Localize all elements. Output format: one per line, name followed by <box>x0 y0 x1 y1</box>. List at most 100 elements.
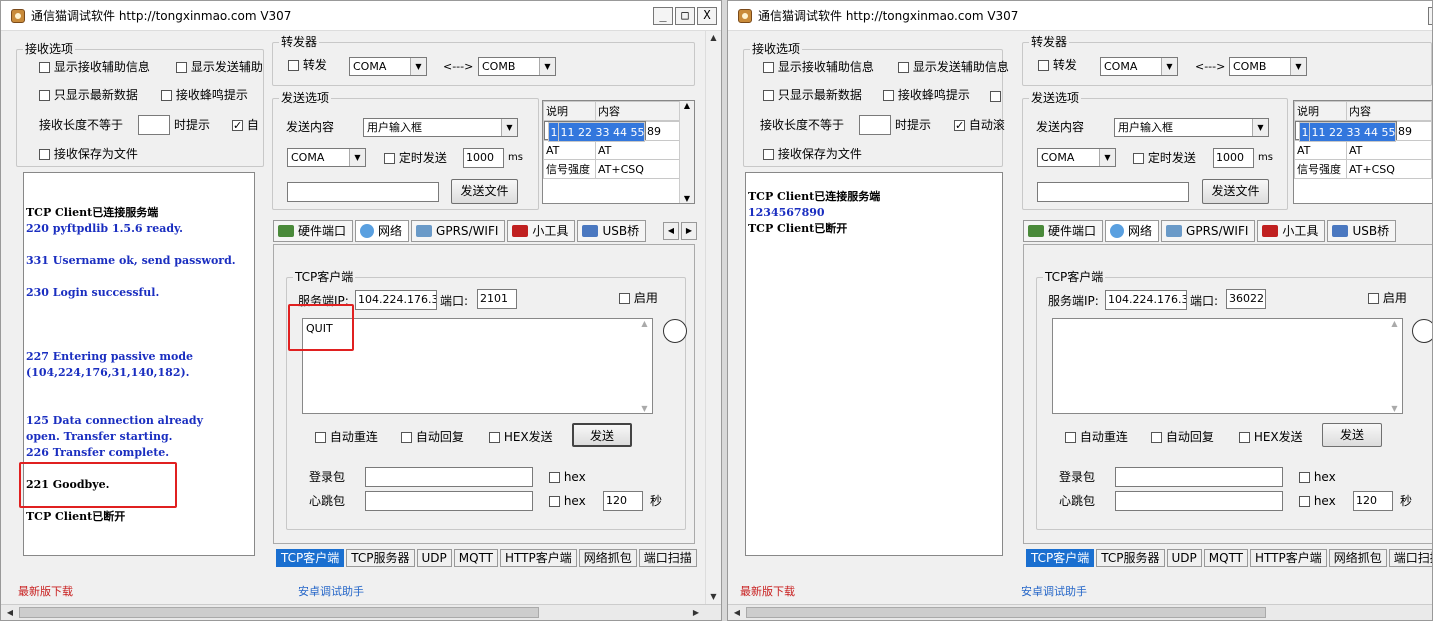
send-port-select[interactable]: COMA ▼ <box>287 148 366 167</box>
send-textarea[interactable]: QUIT <box>302 318 653 414</box>
heartbeat-interval-input[interactable]: 120 <box>603 491 643 511</box>
extra-checkbox[interactable] <box>990 89 1001 103</box>
recv-beep-checkbox[interactable]: 接收蜂鸣提示 <box>883 87 970 103</box>
send-file-button[interactable]: 发送文件 <box>451 179 518 204</box>
show-recv-aux-checkbox[interactable]: 显示接收辅助信息 <box>763 59 874 75</box>
show-recv-aux-checkbox[interactable]: 显示接收辅助信息 <box>39 59 150 75</box>
login-packet-input[interactable] <box>1115 467 1283 487</box>
login-packet-input[interactable] <box>365 467 533 487</box>
send-button[interactable]: 发送 <box>572 423 632 447</box>
login-hex-checkbox[interactable]: hex <box>1299 469 1336 485</box>
send-file-button[interactable]: 发送文件 <box>1202 179 1269 204</box>
file-path-input[interactable] <box>287 182 439 202</box>
show-latest-checkbox[interactable]: 只显示最新数据 <box>39 87 138 103</box>
tab-tcp-server[interactable]: TCP服务器 <box>1096 549 1165 567</box>
tab-tcp-client[interactable]: TCP客户端 <box>1026 549 1095 567</box>
tab-tools[interactable]: 小工具 <box>507 220 576 242</box>
timed-send-checkbox[interactable]: 定时发送 <box>1133 150 1196 166</box>
tab-packet-capture[interactable]: 网络抓包 <box>1328 549 1387 567</box>
port-a-select[interactable]: COMA ▼ <box>1100 57 1178 76</box>
tab-usb-bridge[interactable]: USB桥 <box>577 220 647 242</box>
android-helper-link[interactable]: 安卓调试助手 <box>1021 583 1087 599</box>
tab-scroll-left[interactable]: ◀ <box>663 222 679 240</box>
tab-network[interactable]: 网络 <box>1105 220 1160 242</box>
port-input[interactable]: 2101 <box>477 289 517 309</box>
tab-udp[interactable]: UDP <box>1166 549 1202 567</box>
tab-packet-capture[interactable]: 网络抓包 <box>578 549 637 567</box>
auto-reply-checkbox[interactable]: 自动回复 <box>1151 429 1214 445</box>
command-table[interactable]: 说明内容 111 22 33 44 55 2123456789 ATAT 信号强… <box>542 100 695 204</box>
latest-download-link[interactable]: 最新版下载 <box>740 583 795 599</box>
show-send-aux-checkbox[interactable]: 显示发送辅助信息 <box>898 59 1013 75</box>
port-a-select[interactable]: COMA ▼ <box>349 57 427 76</box>
table-scrollbar[interactable]: ▲ ▼ <box>679 101 694 203</box>
enable-checkbox[interactable]: 启用 <box>619 290 658 306</box>
port-input[interactable]: 36022 <box>1226 289 1266 309</box>
window-horizontal-scrollbar[interactable]: ◀ <box>728 604 1432 620</box>
tab-network[interactable]: 网络 <box>355 220 410 242</box>
tab-hardware-port[interactable]: 硬件端口 <box>273 220 354 242</box>
auto-reconnect-checkbox[interactable]: 自动重连 <box>315 429 378 445</box>
tab-port-scan[interactable]: 端口扫描 <box>638 549 697 567</box>
send-content-select[interactable]: 用户输入框 ▼ <box>363 118 518 137</box>
tab-udp[interactable]: UDP <box>416 549 452 567</box>
auto-scroll-checkbox[interactable]: 自动滚 <box>954 117 1014 133</box>
send-textarea[interactable] <box>1052 318 1403 414</box>
textarea-scrollbar[interactable]: ▲ ▼ <box>637 319 652 413</box>
tab-tcp-server[interactable]: TCP服务器 <box>346 549 415 567</box>
command-table[interactable]: 说明内容 111 22 33 44 55 2123456789 ATAT 信号强… <box>1293 100 1432 204</box>
send-button[interactable]: 发送 <box>1322 423 1382 447</box>
tab-gprs-wifi[interactable]: GPRS/WIFI <box>411 220 506 242</box>
send-content-select[interactable]: 用户输入框 ▼ <box>1114 118 1269 137</box>
textarea-scrollbar[interactable]: ▲ ▼ <box>1387 319 1402 413</box>
tab-mqtt[interactable]: MQTT <box>1203 549 1249 567</box>
hex-send-checkbox[interactable]: HEX发送 <box>1239 429 1303 445</box>
tab-tools[interactable]: 小工具 <box>1257 220 1326 242</box>
heartbeat-hex-checkbox[interactable]: hex <box>549 493 586 509</box>
window-horizontal-scrollbar[interactable]: ◀ ▶ <box>1 604 721 620</box>
minimize-button[interactable]: _ <box>653 7 673 25</box>
forward-checkbox[interactable]: 转发 <box>1038 57 1077 73</box>
interval-input[interactable]: 1000 <box>463 148 504 168</box>
heartbeat-interval-input[interactable]: 120 <box>1353 491 1393 511</box>
receive-log[interactable]: TCP Client已连接服务端 1234567890 TCP Client已断… <box>745 172 1003 556</box>
tab-tcp-client[interactable]: TCP客户端 <box>276 549 345 567</box>
minimize-button[interactable]: _ <box>1428 7 1432 25</box>
tab-hardware-port[interactable]: 硬件端口 <box>1023 220 1104 242</box>
close-button[interactable]: X <box>697 7 717 25</box>
server-ip-input[interactable]: 104.224.176.31 <box>1105 290 1187 310</box>
save-to-file-checkbox[interactable]: 接收保存为文件 <box>763 146 862 162</box>
heartbeat-packet-input[interactable] <box>365 491 533 511</box>
tab-mqtt[interactable]: MQTT <box>453 549 499 567</box>
forward-checkbox[interactable]: 转发 <box>288 57 327 73</box>
maximize-button[interactable]: □ <box>675 7 695 25</box>
tab-usb-bridge[interactable]: USB桥 <box>1327 220 1397 242</box>
send-port-select[interactable]: COMA ▼ <box>1037 148 1116 167</box>
tab-port-scan[interactable]: 端口扫描 <box>1388 549 1432 567</box>
tab-http-client[interactable]: HTTP客户端 <box>1250 549 1327 567</box>
tab-gprs-wifi[interactable]: GPRS/WIFI <box>1161 220 1256 242</box>
recv-beep-checkbox[interactable]: 接收蜂鸣提示 <box>161 87 248 103</box>
android-helper-link[interactable]: 安卓调试助手 <box>298 583 364 599</box>
save-to-file-checkbox[interactable]: 接收保存为文件 <box>39 146 138 162</box>
interval-input[interactable]: 1000 <box>1213 148 1254 168</box>
tab-scroll-right[interactable]: ▶ <box>681 222 697 240</box>
port-b-select[interactable]: COMB ▼ <box>478 57 556 76</box>
show-latest-checkbox[interactable]: 只显示最新数据 <box>763 87 862 103</box>
recv-len-input[interactable] <box>138 115 170 135</box>
hex-send-checkbox[interactable]: HEX发送 <box>489 429 553 445</box>
port-b-select[interactable]: COMB ▼ <box>1229 57 1307 76</box>
login-hex-checkbox[interactable]: hex <box>549 469 586 485</box>
heartbeat-packet-input[interactable] <box>1115 491 1283 511</box>
auto-reconnect-checkbox[interactable]: 自动重连 <box>1065 429 1128 445</box>
auto-reply-checkbox[interactable]: 自动回复 <box>401 429 464 445</box>
show-send-aux-checkbox[interactable]: 显示发送辅助 <box>176 59 262 75</box>
tab-http-client[interactable]: HTTP客户端 <box>500 549 577 567</box>
window-vertical-scrollbar[interactable]: ▲ ▼ <box>705 31 721 604</box>
heartbeat-hex-checkbox[interactable]: hex <box>1299 493 1336 509</box>
server-ip-input[interactable]: 104.224.176.31 <box>355 290 437 310</box>
timed-send-checkbox[interactable]: 定时发送 <box>384 150 447 166</box>
latest-download-link[interactable]: 最新版下载 <box>18 583 73 599</box>
enable-checkbox[interactable]: 启用 <box>1368 290 1407 306</box>
file-path-input[interactable] <box>1037 182 1189 202</box>
